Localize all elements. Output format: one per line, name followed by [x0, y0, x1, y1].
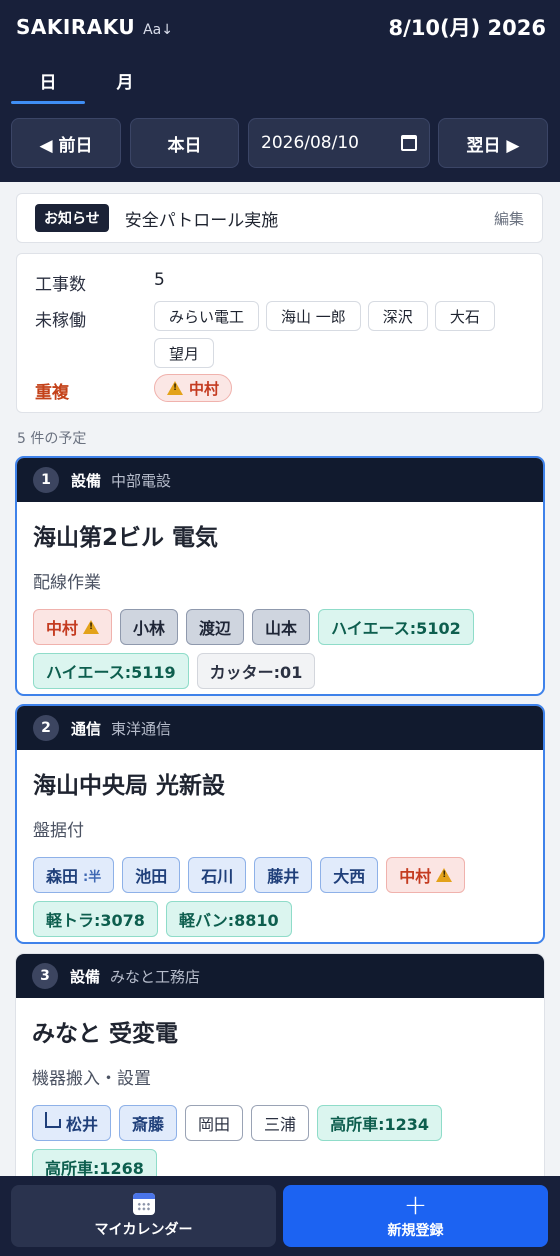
notice-text: 安全パトロール実施	[124, 210, 279, 231]
new-entry-label: 新規登録	[387, 1223, 444, 1239]
card-title: みなと 受変電	[32, 1021, 179, 1047]
app-header: SAKIRAKU Aa↓ 8/10(月) 2026	[0, 0, 560, 54]
duplicate-list: 中村	[154, 374, 524, 402]
works-count-label: 工事数	[35, 275, 86, 295]
app-title: SAKIRAKU	[16, 15, 136, 39]
card-company: みなと工務店	[110, 967, 201, 986]
card-subtitle: 配線作業	[33, 573, 101, 593]
card-category: 通信	[71, 719, 102, 738]
duplicate-label: 重複	[35, 383, 69, 403]
card-company: 中部電設	[111, 471, 172, 490]
vehicle-chip[interactable]: ハイエース:5119	[33, 653, 189, 689]
next-day-button[interactable]: 翌日 ▶	[438, 118, 548, 168]
worker-chip[interactable]: 池田	[122, 857, 181, 893]
card-header: 3 設備 みなと工務店	[16, 954, 544, 998]
summary-panel: 工事数 5 未稼働 みらい電工 海山 一郎 深沢 大石 望月 重複 中村	[16, 253, 543, 413]
card-category: 設備	[70, 967, 101, 986]
worker-chip[interactable]: 石川	[188, 857, 247, 893]
vehicle-chip[interactable]: 軽トラ:3078	[33, 901, 158, 937]
date-input[interactable]: 2026/08/10	[248, 118, 430, 168]
card-chips: 中村 小林 渡辺 山本 ハイエース:5102 ハイエース:5119 カッター:0…	[33, 609, 533, 689]
notice-bar: お知らせ 安全パトロール実施 編集	[16, 193, 543, 243]
worker-chip[interactable]: 岡田	[185, 1105, 244, 1141]
worker-chip[interactable]: 山本	[252, 609, 311, 645]
date-input-value: 2026/08/10	[261, 133, 359, 153]
bottom-action-bar: マイカレンダー + 新規登録	[0, 1176, 560, 1256]
chip-label: 中村	[399, 867, 432, 886]
schedule-card[interactable]: 1 設備 中部電設 海山第2ビル 電気 配線作業 中村 小林 渡辺 山本 ハイエ…	[15, 456, 545, 696]
my-calendar-button[interactable]: マイカレンダー	[11, 1185, 276, 1247]
my-calendar-label: マイカレンダー	[94, 1222, 193, 1238]
new-entry-button[interactable]: + 新規登録	[283, 1185, 548, 1247]
idle-chip: 大石	[434, 301, 495, 331]
schedule-count: 5 件の予定	[17, 431, 87, 447]
worker-chip[interactable]: 中村	[386, 857, 466, 893]
worker-chip[interactable]: 中村	[33, 609, 113, 645]
idle-chip: 望月	[154, 338, 215, 368]
card-number: 2	[33, 715, 59, 741]
warning-icon	[436, 868, 453, 882]
font-size-toggle[interactable]: Aa↓	[143, 22, 173, 38]
card-subtitle: 機器搬入・設置	[32, 1069, 151, 1089]
idle-chip: 海山 一郎	[266, 301, 361, 331]
works-count-value: 5	[154, 270, 165, 290]
calendar-icon	[132, 1193, 155, 1215]
notice-badge: お知らせ	[35, 204, 109, 232]
worker-chip[interactable]: 斎藤	[119, 1105, 178, 1141]
worker-chip[interactable]: 森田:半	[33, 857, 115, 893]
chip-label: 松井	[66, 1115, 99, 1134]
card-subtitle: 盤据付	[33, 821, 84, 841]
card-number: 1	[33, 467, 59, 493]
warning-icon	[167, 381, 183, 395]
idle-chip: 深沢	[367, 301, 428, 331]
worker-chip[interactable]: 三浦	[251, 1105, 310, 1141]
chip-label: 中村	[46, 619, 79, 638]
worker-chip[interactable]: 小林	[120, 609, 179, 645]
duplicate-chip: 中村	[154, 374, 233, 402]
card-header: 1 設備 中部電設	[17, 458, 543, 502]
warning-icon	[83, 620, 100, 634]
calendar-icon[interactable]	[401, 135, 417, 151]
today-button[interactable]: 本日	[130, 118, 239, 168]
tab-month[interactable]: 月	[88, 54, 162, 106]
card-company: 東洋通信	[111, 719, 172, 738]
card-chips: 森田:半 池田 石川 藤井 大西 中村 軽トラ:3078 軽バン:8810	[33, 857, 533, 937]
card-number: 3	[32, 963, 58, 989]
vehicle-chip[interactable]: 高所車:1234	[317, 1105, 442, 1141]
date-navigation: ◀ 前日 本日 2026/08/10 翌日 ▶	[0, 106, 560, 182]
schedule-card[interactable]: 2 通信 東洋通信 海山中央局 光新設 盤据付 森田:半 池田 石川 藤井 大西…	[15, 704, 545, 944]
card-header: 2 通信 東洋通信	[17, 706, 543, 750]
view-tabs: 日 月	[0, 54, 560, 106]
card-title: 海山第2ビル 電気	[33, 525, 219, 551]
equipment-chip[interactable]: カッター:01	[196, 653, 316, 689]
card-chips: 松井 斎藤 岡田 三浦 高所車:1234 高所車:1268	[32, 1105, 532, 1185]
worker-chip[interactable]: 大西	[320, 857, 379, 893]
duplicate-name: 中村	[189, 379, 220, 398]
vehicle-chip[interactable]: 軽バン:8810	[165, 901, 292, 937]
brand: SAKIRAKU Aa↓	[16, 15, 173, 39]
idle-chip: みらい電工	[154, 301, 260, 331]
plus-icon: +	[403, 1188, 428, 1221]
schedule-card[interactable]: 3 設備 みなと工務店 みなと 受変電 機器搬入・設置 松井 斎藤 岡田 三浦 …	[15, 953, 545, 1193]
tab-day[interactable]: 日	[11, 54, 85, 106]
worker-chip[interactable]: 松井	[32, 1105, 112, 1141]
card-title: 海山中央局 光新設	[33, 773, 226, 799]
worker-chip[interactable]: 渡辺	[186, 609, 245, 645]
chip-label: 森田	[46, 867, 79, 886]
idle-label: 未稼働	[35, 311, 86, 331]
idle-list: みらい電工 海山 一郎 深沢 大石 望月	[154, 301, 524, 368]
card-category: 設備	[71, 471, 102, 490]
vehicle-chip[interactable]: ハイエース:5102	[318, 609, 474, 645]
worker-chip[interactable]: 藤井	[254, 857, 313, 893]
prev-day-button[interactable]: ◀ 前日	[11, 118, 121, 168]
half-day-marker: :半	[83, 869, 102, 885]
notice-edit-button[interactable]: 編集	[494, 208, 524, 229]
current-date: 8/10(月) 2026	[388, 16, 546, 40]
bed-icon	[45, 1111, 61, 1128]
